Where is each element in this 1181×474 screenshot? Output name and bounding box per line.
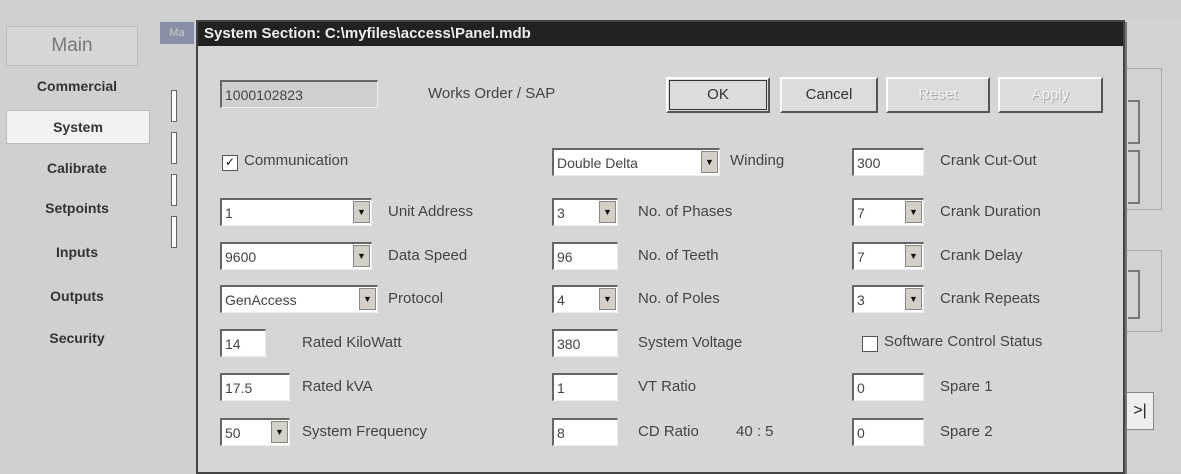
chevron-down-icon[interactable]: ▼	[353, 245, 370, 267]
chevron-down-icon[interactable]: ▼	[599, 288, 616, 310]
data-speed-combo[interactable]: 9600 ▼	[220, 242, 372, 270]
vt-ratio-field[interactable]: 1	[552, 373, 618, 401]
sidebar-item-system[interactable]: System	[6, 110, 150, 144]
sidebar-item-security[interactable]: Security	[6, 322, 148, 354]
system-frequency-combo[interactable]: 50 ▼	[220, 418, 290, 446]
system-frequency-value: 50	[225, 425, 241, 441]
crank-repeats-label: Crank Repeats	[940, 290, 1041, 307]
winding-value: Double Delta	[557, 155, 638, 171]
spare2-label: Spare 2	[940, 423, 993, 440]
chevron-down-icon[interactable]: ▼	[599, 201, 616, 223]
software-control-label: Software Control Status	[884, 333, 1043, 350]
chevron-down-icon[interactable]: ▼	[905, 201, 922, 223]
chevron-down-icon[interactable]: ▼	[359, 288, 376, 310]
crank-duration-value: 7	[857, 205, 865, 221]
phases-label: No. of Phases	[638, 203, 733, 220]
spare1-label: Spare 1	[940, 378, 993, 395]
scroll-end-button[interactable]: >|	[1126, 392, 1154, 430]
ok-button[interactable]: OK	[666, 77, 770, 113]
background-button-edge	[1128, 150, 1140, 204]
spare1-field[interactable]: 0	[852, 373, 924, 401]
rated-kva-field[interactable]: 17.5	[220, 373, 290, 401]
communication-label: Communication	[244, 152, 349, 169]
poles-value: 4	[557, 292, 565, 308]
sidebar-item-calibrate[interactable]: Calibrate	[6, 152, 148, 184]
system-section-dialog: System Section: C:\myfiles\access\Panel.…	[196, 20, 1125, 474]
crank-repeats-value: 3	[857, 292, 865, 308]
sidebar-item-commercial[interactable]: Commercial	[6, 70, 148, 102]
teeth-field[interactable]: 96	[552, 242, 618, 270]
spare2-field[interactable]: 0	[852, 418, 924, 446]
protocol-label: Protocol	[388, 290, 444, 307]
system-frequency-label: System Frequency	[302, 423, 428, 440]
background-button-edge	[1128, 270, 1140, 319]
unit-address-value: 1	[225, 205, 233, 221]
crank-duration-label: Crank Duration	[940, 203, 1041, 220]
protocol-combo[interactable]: GenAccess ▼	[220, 285, 378, 313]
sidebar-nav: Commercial System Calibrate Setpoints In…	[6, 70, 150, 400]
chevron-down-icon[interactable]: ▼	[701, 151, 718, 173]
system-voltage-field[interactable]: 380	[552, 329, 618, 357]
apply-button[interactable]: Apply	[998, 77, 1103, 113]
sidebar-item-setpoints[interactable]: Setpoints	[6, 192, 148, 224]
poles-label: No. of Poles	[638, 290, 720, 307]
crank-delay-value: 7	[857, 249, 865, 265]
crank-cutout-field[interactable]: 300	[852, 148, 924, 176]
crank-duration-combo[interactable]: 7 ▼	[852, 198, 924, 226]
sidebar-item-outputs[interactable]: Outputs	[6, 280, 148, 312]
works-order-label: Works Order / SAP	[428, 85, 556, 102]
poles-combo[interactable]: 4 ▼	[552, 285, 618, 313]
works-order-field[interactable]: 1000102823	[220, 80, 378, 108]
cd-ratio-field[interactable]: 8	[552, 418, 618, 446]
cancel-button[interactable]: Cancel	[780, 77, 878, 113]
winding-label: Winding	[730, 152, 785, 169]
teeth-label: No. of Teeth	[638, 247, 719, 264]
crank-repeats-combo[interactable]: 3 ▼	[852, 285, 924, 313]
crank-delay-label: Crank Delay	[940, 247, 1023, 264]
rated-kva-label: Rated kVA	[302, 378, 373, 395]
system-voltage-label: System Voltage	[638, 334, 743, 351]
rated-kw-field[interactable]: 14	[220, 329, 266, 357]
mdi-window-icon[interactable]: Ma	[160, 22, 194, 44]
background-button-edge	[1128, 100, 1140, 144]
phases-value: 3	[557, 205, 565, 221]
data-speed-label: Data Speed	[388, 247, 468, 264]
phases-combo[interactable]: 3 ▼	[552, 198, 618, 226]
rated-kw-label: Rated KiloWatt	[302, 334, 402, 351]
communication-checkbox[interactable]: ✓	[222, 155, 238, 171]
vt-ratio-label: VT Ratio	[638, 378, 697, 395]
crank-cutout-label: Crank Cut-Out	[940, 152, 1037, 169]
winding-combo[interactable]: Double Delta ▼	[552, 148, 720, 176]
crank-delay-combo[interactable]: 7 ▼	[852, 242, 924, 270]
sidebar-item-inputs[interactable]: Inputs	[6, 236, 148, 268]
cd-ratio-readout: 40 : 5	[736, 423, 774, 440]
cd-ratio-label: CD Ratio	[638, 423, 699, 440]
protocol-value: GenAccess	[225, 292, 297, 308]
sidebar-title: Main	[6, 26, 138, 66]
data-speed-value: 9600	[225, 249, 257, 265]
unit-address-label: Unit Address	[388, 203, 474, 220]
dialog-title-bar[interactable]: System Section: C:\myfiles\access\Panel.…	[198, 22, 1123, 46]
chevron-down-icon[interactable]: ▼	[271, 421, 288, 443]
software-control-checkbox[interactable]	[862, 336, 878, 352]
chevron-down-icon[interactable]: ▼	[905, 288, 922, 310]
unit-address-combo[interactable]: 1 ▼	[220, 198, 372, 226]
chevron-down-icon[interactable]: ▼	[905, 245, 922, 267]
reset-button[interactable]: Reset	[886, 77, 990, 113]
background-field-stubs	[165, 60, 185, 460]
chevron-down-icon[interactable]: ▼	[353, 201, 370, 223]
check-mark-icon: ✓	[224, 155, 236, 169]
